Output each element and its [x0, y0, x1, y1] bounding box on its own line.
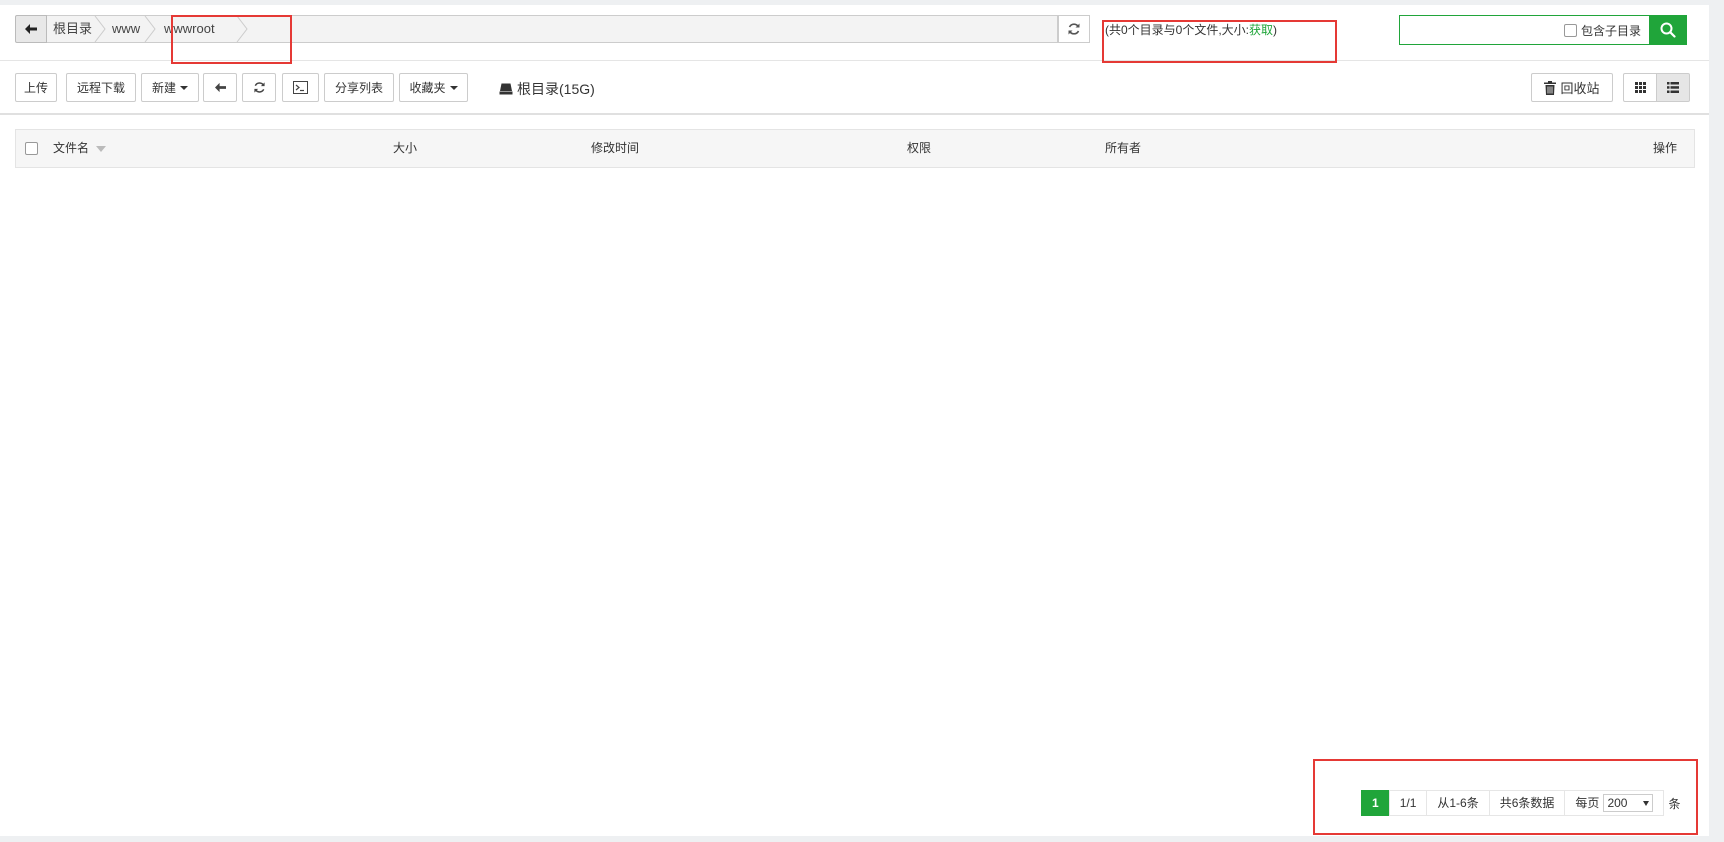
caret-down-icon [449, 85, 458, 90]
terminal-icon [293, 81, 308, 94]
col-actions: 操作 [1652, 141, 1677, 155]
favorites-label: 收藏夹 [409, 81, 446, 95]
terminal-button[interactable] [282, 73, 319, 102]
annotation-box-summary [1102, 20, 1337, 63]
search-box: 包含子目录 [1399, 15, 1649, 45]
list-icon [1667, 82, 1679, 93]
search-icon [1660, 22, 1676, 38]
crumb-root[interactable]: 根目录 [53, 16, 92, 42]
search-input[interactable] [1402, 18, 1556, 44]
annotation-box-pagination [1313, 759, 1698, 835]
crumb-www[interactable]: www [112, 16, 140, 42]
include-subdirs-label: 包含子目录 [1580, 24, 1641, 38]
upload-button[interactable]: 上传 [15, 73, 57, 102]
col-modified[interactable]: 修改时间 [591, 130, 639, 167]
col-owner[interactable]: 所有者 [1105, 130, 1141, 167]
caret-down-icon [180, 85, 188, 90]
arrow-left-icon [214, 82, 226, 93]
search-button[interactable] [1649, 15, 1687, 45]
recycle-bin-label: 回收站 [1560, 81, 1600, 96]
refresh-icon [253, 82, 265, 93]
sort-down-icon[interactable] [96, 146, 106, 152]
disk-selector[interactable]: 根目录(15G) [499, 79, 595, 99]
trash-icon [1544, 80, 1557, 95]
file-table-body [15, 168, 1695, 768]
hard-drive-icon [499, 83, 513, 95]
back-dir-button[interactable] [203, 73, 237, 102]
divider [0, 113, 1709, 115]
checkbox-icon[interactable] [1563, 24, 1577, 37]
new-dropdown-button[interactable]: 新建 [141, 73, 199, 102]
share-list-label: 分享列表 [334, 81, 383, 95]
crumb-separator-icon [144, 16, 156, 42]
upload-label: 上传 [23, 81, 48, 95]
refresh-path-button[interactable] [1058, 15, 1090, 43]
col-permissions[interactable]: 权限 [907, 130, 931, 167]
refresh-button[interactable] [242, 73, 276, 102]
file-table-header: 文件名 大小 修改时间 权限 所有者 操作 [15, 129, 1695, 168]
grid-view-button[interactable] [1623, 73, 1657, 102]
col-filename[interactable]: 文件名 [53, 130, 89, 167]
arrow-left-icon [25, 24, 37, 34]
col-size[interactable]: 大小 [393, 130, 417, 167]
share-list-button[interactable]: 分享列表 [324, 73, 394, 102]
remote-download-button[interactable]: 远程下载 [66, 73, 136, 102]
crumb-separator-icon [94, 16, 106, 42]
new-label: 新建 [151, 81, 176, 95]
annotation-box-breadcrumb [171, 15, 292, 64]
disk-label: 根目录(15G) [517, 81, 595, 97]
favorites-dropdown-button[interactable]: 收藏夹 [399, 73, 468, 102]
refresh-icon [1068, 23, 1080, 35]
include-subdirs-checkbox[interactable]: 包含子目录 [1563, 22, 1641, 39]
grid-icon [1634, 82, 1646, 93]
remote-download-label: 远程下载 [76, 81, 125, 95]
list-view-button[interactable] [1656, 73, 1690, 102]
back-button[interactable] [15, 15, 47, 43]
recycle-bin-button[interactable]: 回收站 [1531, 73, 1613, 102]
select-all-checkbox[interactable] [25, 142, 38, 155]
